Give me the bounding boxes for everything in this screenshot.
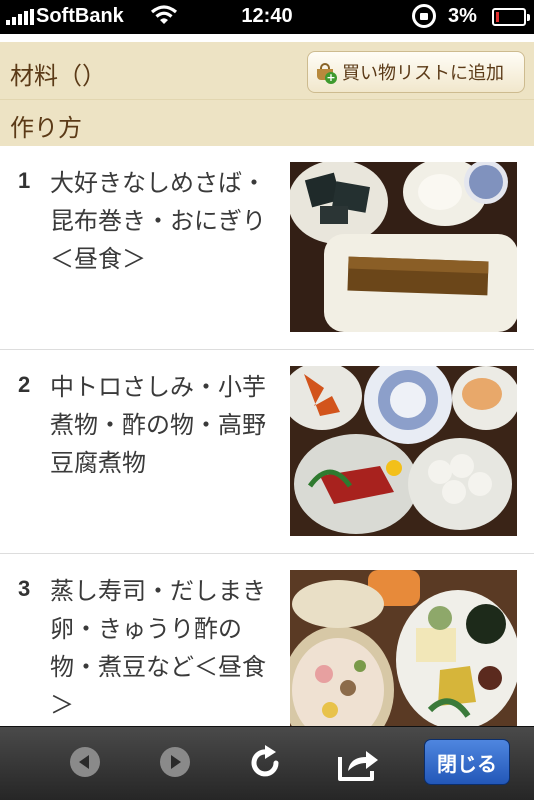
ingredients-title: 材料（） xyxy=(10,62,106,90)
method-title: 作り方 xyxy=(10,114,82,142)
rotation-lock-icon xyxy=(412,4,436,28)
step-photo[interactable] xyxy=(290,366,517,536)
step-photo[interactable] xyxy=(290,570,517,740)
step-number: 3 xyxy=(18,576,31,601)
battery-icon xyxy=(492,8,530,26)
battery-percent: 3% xyxy=(448,5,477,27)
share-icon[interactable] xyxy=(336,743,382,783)
reload-icon[interactable] xyxy=(246,743,286,783)
step-text: 中トロさしみ・小芋煮物・酢の物・高野豆腐煮物 xyxy=(50,373,266,477)
step-text: 蒸し寿司・だしまき卵・きゅうり酢の物・煮豆など＜昼食＞ xyxy=(50,577,266,719)
step-item: 2 中トロさしみ・小芋煮物・酢の物・高野豆腐煮物 xyxy=(0,350,534,554)
step-number: 1 xyxy=(18,168,31,193)
method-header: 作り方 xyxy=(0,100,534,146)
step-list: 1 大好きなしめさば・昆布巻き・おにぎり＜昼食＞ 2 中トロさしみ・小芋煮物・酢 xyxy=(0,146,534,758)
step-number: 2 xyxy=(18,372,31,397)
add-to-shopping-list-label: 買い物リストに追加 xyxy=(342,63,504,84)
forward-arrow-icon[interactable] xyxy=(160,747,190,777)
status-bar: SoftBank 12:40 3% xyxy=(0,0,534,34)
ingredients-header: 材料（） + 買い物リストに追加 xyxy=(0,42,534,100)
browser-toolbar: 閉じる xyxy=(0,726,534,800)
shopping-basket-icon: + xyxy=(316,62,337,84)
add-to-shopping-list-button[interactable]: + 買い物リストに追加 xyxy=(307,51,525,93)
close-button[interactable]: 閉じる xyxy=(424,739,510,785)
step-photo[interactable] xyxy=(290,162,517,332)
step-text: 大好きなしめさば・昆布巻き・おにぎり＜昼食＞ xyxy=(50,169,266,273)
back-arrow-icon[interactable] xyxy=(70,747,100,777)
step-item: 1 大好きなしめさば・昆布巻き・おにぎり＜昼食＞ xyxy=(0,146,534,350)
